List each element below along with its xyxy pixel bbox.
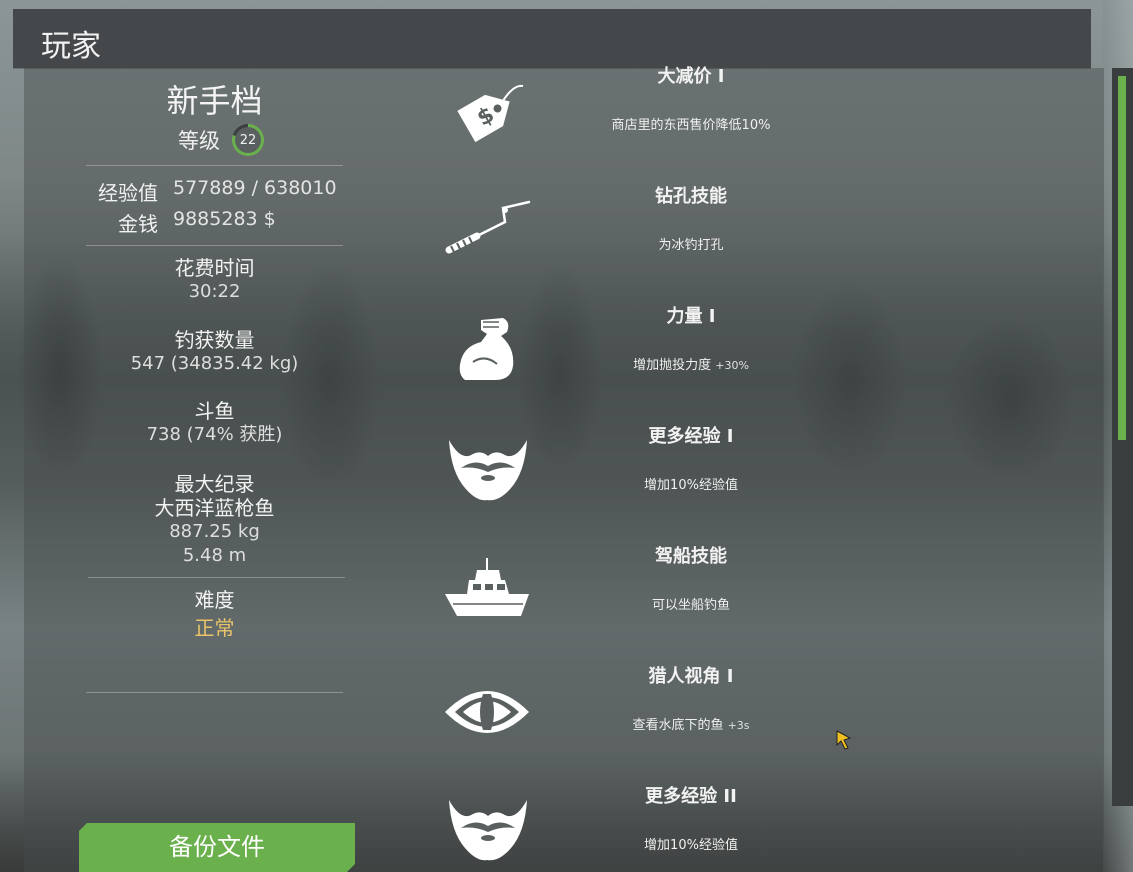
- skill-desc: 为冰钓打孔: [560, 234, 822, 253]
- catch-label: 钓获数量: [174, 328, 255, 352]
- price-tag-icon: $: [457, 84, 524, 143]
- time-label: 花费时间: [174, 256, 255, 280]
- skill-title: 驾船技能: [655, 546, 727, 567]
- skill-desc: 可以坐船钓鱼: [560, 594, 822, 613]
- record-block: 最大纪录 大西洋蓝枪鱼 887.25 kg 5.48 m: [86, 472, 343, 568]
- money-row: 金钱 9885283 $: [23, 208, 276, 237]
- skill-desc: 增加10%经验值: [560, 474, 822, 493]
- level-ring: 22: [232, 124, 264, 156]
- skill-bonus: +3s: [727, 719, 750, 732]
- skill-desc-text: 增加10%经验值: [644, 838, 738, 853]
- skill-desc-text: 为冰钓打孔: [658, 238, 724, 253]
- skill-desc-text: 可以坐船钓鱼: [651, 598, 730, 613]
- time-block: 花费时间 30:22: [86, 256, 343, 304]
- header-bar: 玩家: [13, 9, 1091, 68]
- level-label: 等级: [178, 129, 220, 153]
- catch-value: 547 (34835.42 kg): [130, 353, 299, 374]
- skill-desc: 商店里的东西售价降低10%: [560, 114, 822, 133]
- skill-title: 钻孔技能: [655, 186, 727, 207]
- divider: [86, 165, 343, 166]
- divider: [86, 245, 343, 246]
- money-value: 9885283 $: [173, 208, 276, 230]
- skill-desc-text: 增加抛投力度: [633, 358, 712, 373]
- profile-name: 新手档: [166, 82, 263, 120]
- beard-icon: [449, 440, 527, 501]
- scrollbar-thumb[interactable]: [1118, 76, 1126, 440]
- difficulty-label: 难度: [194, 588, 235, 612]
- divider: [86, 692, 343, 693]
- divider: [88, 577, 345, 578]
- page-title: 玩家: [41, 29, 101, 64]
- flexed-arm-icon: [459, 318, 514, 380]
- exp-label: 经验值: [98, 181, 158, 205]
- skill-title: 力量 I: [666, 306, 716, 327]
- skill-title: 更多经验 I: [648, 426, 734, 447]
- boat-icon: [445, 558, 529, 616]
- level-row: 等级 22: [178, 122, 264, 158]
- skill-title: 猎人视角 I: [648, 666, 734, 687]
- fight-block: 斗鱼 738 (74% 获胜): [86, 399, 343, 447]
- catch-block: 钓获数量 547 (34835.42 kg): [86, 328, 343, 376]
- skill-title: 大减价 I: [657, 66, 725, 87]
- skill-desc-text: 增加10%经验值: [644, 478, 738, 493]
- skill-desc-text: 商店里的东西售价降低10%: [611, 118, 771, 133]
- fight-label: 斗鱼: [194, 399, 235, 423]
- difficulty-value: 正常: [194, 616, 235, 640]
- backup-button[interactable]: 备份文件: [79, 823, 355, 872]
- ice-drill-icon: [445, 200, 531, 255]
- skill-desc: 增加抛投力度 +30%: [560, 354, 822, 373]
- level-value: 22: [239, 132, 257, 148]
- skill-title: 更多经验 II: [645, 786, 737, 807]
- skill-desc-text: 查看水底下的鱼: [632, 718, 724, 733]
- record-label: 最大纪录: [174, 472, 255, 496]
- record-fish: 大西洋蓝枪鱼: [154, 496, 275, 520]
- cursor-icon: [836, 730, 852, 750]
- exp-value: 577889 / 638010: [173, 177, 337, 199]
- exp-row: 经验值 577889 / 638010: [23, 177, 337, 206]
- eye-icon: [445, 691, 529, 733]
- record-weight: 887.25 kg: [169, 521, 260, 542]
- difficulty-block: 难度 正常: [86, 588, 343, 641]
- time-value: 30:22: [188, 281, 241, 302]
- skill-desc: 增加10%经验值: [560, 834, 822, 853]
- skill-bonus: +30%: [715, 359, 749, 372]
- record-length: 5.48 m: [182, 545, 247, 566]
- beard-icon: [449, 800, 527, 861]
- skill-desc: 查看水底下的鱼 +3s: [560, 714, 822, 733]
- money-label: 金钱: [118, 212, 158, 236]
- fight-value: 738 (74% 获胜): [146, 424, 283, 445]
